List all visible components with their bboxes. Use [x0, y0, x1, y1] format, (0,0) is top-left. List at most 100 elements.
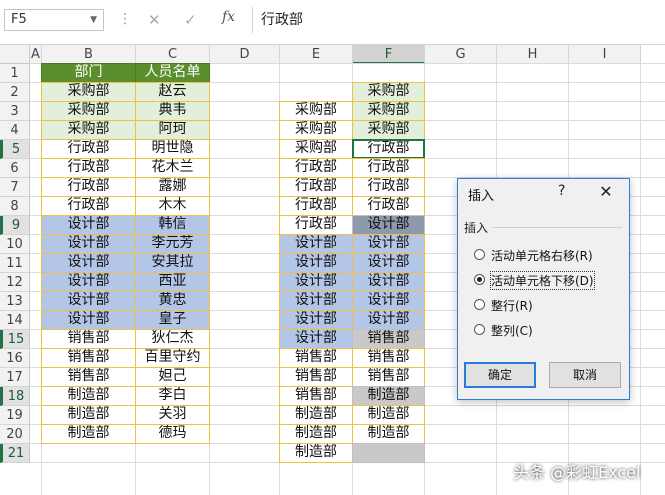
table-cell[interactable]: 设计部	[352, 234, 425, 254]
row-header-15[interactable]: 15	[0, 330, 30, 349]
table-cell[interactable]: 设计部	[352, 253, 425, 273]
table-cell[interactable]: 设计部	[41, 272, 136, 292]
table-cell[interactable]: 采购部	[352, 101, 425, 121]
radio-unchecked-icon[interactable]	[474, 249, 485, 260]
table-cell[interactable]: 行政部	[352, 196, 425, 216]
table-cell[interactable]: 李白	[135, 386, 210, 406]
table-cell[interactable]: 德玛	[135, 424, 210, 444]
table-cell[interactable]: 韩信	[135, 215, 210, 235]
table-cell[interactable]: 关羽	[135, 405, 210, 425]
table-cell[interactable]: 行政部	[279, 177, 353, 197]
row-header-10[interactable]: 10	[0, 235, 30, 254]
table-cell[interactable]: 设计部	[279, 329, 353, 349]
table-cell[interactable]: 狄仁杰	[135, 329, 210, 349]
table-cell[interactable]: 制造部	[41, 386, 136, 406]
row-header-8[interactable]: 8	[0, 197, 30, 216]
table-cell[interactable]: 销售部	[352, 329, 425, 349]
table-cell[interactable]: 设计部	[352, 310, 425, 330]
table-cell[interactable]: 黄忠	[135, 291, 210, 311]
table-cell[interactable]: 行政部	[41, 158, 136, 178]
insert-function-button[interactable]: fx	[222, 9, 235, 25]
table-cell[interactable]: 采购部	[352, 82, 425, 102]
table-cell[interactable]: 销售部	[41, 329, 136, 349]
table-cell[interactable]: 行政部	[352, 177, 425, 197]
table-cell[interactable]: 采购部	[279, 101, 353, 121]
table-cell[interactable]: 设计部	[41, 215, 136, 235]
table-cell[interactable]: 销售部	[279, 386, 353, 406]
table-cell[interactable]: 赵云	[135, 82, 210, 102]
row-header-16[interactable]: 16	[0, 349, 30, 368]
ok-button[interactable]: 确定	[464, 362, 536, 388]
table-cell[interactable]: 李元芳	[135, 234, 210, 254]
table-cell[interactable]: 销售部	[41, 367, 136, 387]
table-cell[interactable]: 设计部	[279, 272, 353, 292]
table-cell[interactable]: 露娜	[135, 177, 210, 197]
row-header-3[interactable]: 3	[0, 102, 30, 121]
active-cell[interactable]: 行政部	[352, 139, 425, 159]
close-icon[interactable]: ✕	[596, 182, 616, 201]
radio-unchecked-icon[interactable]	[474, 299, 485, 310]
row-header-12[interactable]: 12	[0, 273, 30, 292]
table-cell[interactable]: 行政部	[41, 177, 136, 197]
table-cell[interactable]: 明世隐	[135, 139, 210, 159]
table-cell[interactable]: 销售部	[352, 348, 425, 368]
table-cell[interactable]: 设计部	[352, 215, 425, 235]
table-cell[interactable]: 制造部	[352, 424, 425, 444]
table-cell[interactable]: 销售部	[279, 367, 353, 387]
check-icon[interactable]: ✓	[184, 11, 197, 29]
table-cell[interactable]: 设计部	[279, 253, 353, 273]
table-cell[interactable]: 采购部	[41, 82, 136, 102]
table-cell[interactable]: 行政部	[279, 158, 353, 178]
close-icon[interactable]: ✕	[148, 11, 161, 29]
more-options-icon[interactable]: ⋮	[118, 11, 132, 27]
table-cell[interactable]: 行政部	[41, 196, 136, 216]
column-header-a[interactable]: A	[30, 45, 42, 64]
table-cell[interactable]: 设计部	[41, 253, 136, 273]
table-cell[interactable]: 皇子	[135, 310, 210, 330]
radio-checked-icon[interactable]	[474, 274, 485, 285]
table-cell[interactable]: 行政部	[41, 139, 136, 159]
row-header-1[interactable]: 1	[0, 64, 30, 83]
table-cell[interactable]: 制造部	[41, 424, 136, 444]
table-cell[interactable]: 设计部	[352, 272, 425, 292]
table-cell[interactable]: 制造部	[279, 424, 353, 444]
row-header-9[interactable]: 9	[0, 216, 30, 235]
table-cell[interactable]: 典韦	[135, 101, 210, 121]
column-header-c[interactable]: C	[136, 45, 210, 64]
table-cell[interactable]: 设计部	[352, 291, 425, 311]
table-cell[interactable]: 花木兰	[135, 158, 210, 178]
row-header-14[interactable]: 14	[0, 311, 30, 330]
table-cell[interactable]: 设计部	[279, 310, 353, 330]
table-cell[interactable]	[352, 443, 425, 463]
table-cell[interactable]: 设计部	[279, 234, 353, 254]
column-header-f[interactable]: F	[353, 45, 425, 64]
table-cell[interactable]: 行政部	[352, 158, 425, 178]
table-cell[interactable]: 阿珂	[135, 120, 210, 140]
table-cell[interactable]: 采购部	[41, 120, 136, 140]
table-cell[interactable]: 制造部	[279, 443, 353, 463]
radio-unchecked-icon[interactable]	[474, 324, 485, 335]
table-cell[interactable]: 安其拉	[135, 253, 210, 273]
table-cell[interactable]: 设计部	[41, 234, 136, 254]
column-header-g[interactable]: G	[425, 45, 497, 64]
cancel-button[interactable]: 取消	[549, 362, 621, 388]
row-header-20[interactable]: 20	[0, 425, 30, 444]
table-cell[interactable]: 设计部	[41, 310, 136, 330]
table-cell[interactable]: 百里守约	[135, 348, 210, 368]
formula-input[interactable]: 行政部	[252, 7, 662, 33]
row-header-2[interactable]: 2	[0, 83, 30, 102]
table-cell[interactable]: 制造部	[352, 405, 425, 425]
table-cell[interactable]: 制造部	[279, 405, 353, 425]
row-header-18[interactable]: 18	[0, 387, 30, 406]
row-header-5[interactable]: 5	[0, 140, 30, 159]
column-header-e[interactable]: E	[280, 45, 353, 64]
table-cell[interactable]: 制造部	[352, 386, 425, 406]
row-header-19[interactable]: 19	[0, 406, 30, 425]
table-cell[interactable]: 销售部	[352, 367, 425, 387]
row-header-21[interactable]: 21	[0, 444, 30, 463]
help-icon[interactable]: ?	[558, 183, 565, 199]
table-header-cell[interactable]: 人员名单	[135, 63, 210, 83]
table-cell[interactable]: 行政部	[279, 196, 353, 216]
table-cell[interactable]: 木木	[135, 196, 210, 216]
table-cell[interactable]: 行政部	[279, 215, 353, 235]
